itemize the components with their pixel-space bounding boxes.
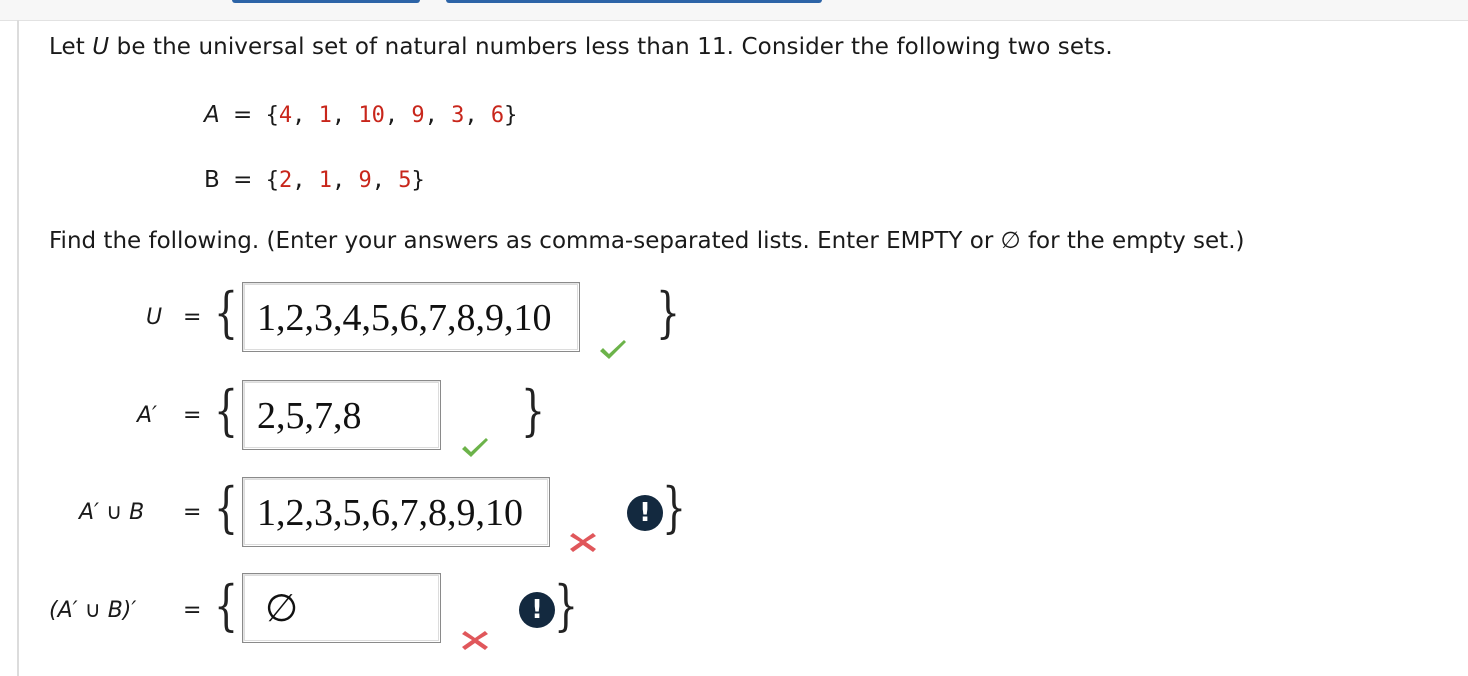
label-complement-of-union: (A′ ∪ B)′ <box>49 598 137 623</box>
checkmark-icon <box>462 438 488 457</box>
element-separator: , <box>384 103 412 128</box>
label-u: U <box>146 305 163 330</box>
element-separator: , <box>464 103 491 128</box>
x-mark-icon <box>462 631 488 650</box>
set-b-definition: B = {2, 1, 9, 5} <box>204 167 425 193</box>
element-separator: , <box>292 168 319 193</box>
question-left-rule <box>17 20 19 676</box>
open-brace: { <box>214 281 239 344</box>
close-brace: } <box>656 281 681 344</box>
set-a-name: A <box>204 102 220 128</box>
equals-sign: = <box>183 403 202 428</box>
element-separator: , <box>424 103 452 128</box>
answer-input-a-complement[interactable]: 2,5,7,8 <box>242 380 441 450</box>
set-element: 3 <box>451 103 465 128</box>
tab-indicator-2[interactable] <box>446 0 822 3</box>
open-brace: { <box>214 476 239 539</box>
set-element: 4 <box>278 103 293 128</box>
answer-input-u[interactable]: 1,2,3,4,5,6,7,8,9,10 <box>242 282 580 352</box>
set-element: 1 <box>318 168 332 193</box>
equals-sign: = <box>183 305 202 330</box>
problem-intro: Let U be the universal set of natural nu… <box>49 34 1113 60</box>
set-b-elements: 2, 1, 9, 5 <box>279 168 412 193</box>
close-brace: } <box>521 379 546 442</box>
checkmark-icon <box>600 340 626 359</box>
answer-input-complement-of-union[interactable]: ∅ <box>242 573 441 643</box>
set-element: 1 <box>318 103 332 128</box>
set-element: 5 <box>398 168 412 193</box>
open-brace: { <box>214 574 239 637</box>
close-brace: } <box>554 574 579 637</box>
set-element: 9 <box>358 168 372 193</box>
alert-icon[interactable]: ! <box>627 495 663 531</box>
instructions: Find the following. (Enter your answers … <box>49 228 1245 254</box>
label-a-complement-union-b: A′ ∪ B <box>79 500 145 525</box>
element-separator: , <box>292 103 319 128</box>
open-brace: { <box>214 379 239 442</box>
set-element: 2 <box>278 168 293 193</box>
tab-indicator-1[interactable] <box>232 0 420 3</box>
equals-sign: = <box>183 500 202 525</box>
close-brace: } <box>662 476 687 539</box>
element-separator: , <box>331 168 359 193</box>
element-separator: , <box>331 103 359 128</box>
top-toolbar <box>0 0 1468 21</box>
label-a-complement: A′ <box>137 403 158 428</box>
equals-sign: = <box>183 598 202 623</box>
x-mark-icon <box>570 533 596 552</box>
set-a-elements: 4, 1, 10, 9, 3, 6 <box>279 103 504 128</box>
set-b-name: B <box>204 167 220 193</box>
answer-input-a-complement-union-b[interactable]: 1,2,3,5,6,7,8,9,10 <box>242 477 550 547</box>
alert-icon[interactable]: ! <box>519 592 555 628</box>
set-element: 9 <box>411 103 425 128</box>
set-element: 6 <box>490 103 505 128</box>
element-separator: , <box>371 168 399 193</box>
set-element: 10 <box>358 103 385 128</box>
set-a-definition: A = {4, 1, 10, 9, 3, 6} <box>204 102 518 128</box>
